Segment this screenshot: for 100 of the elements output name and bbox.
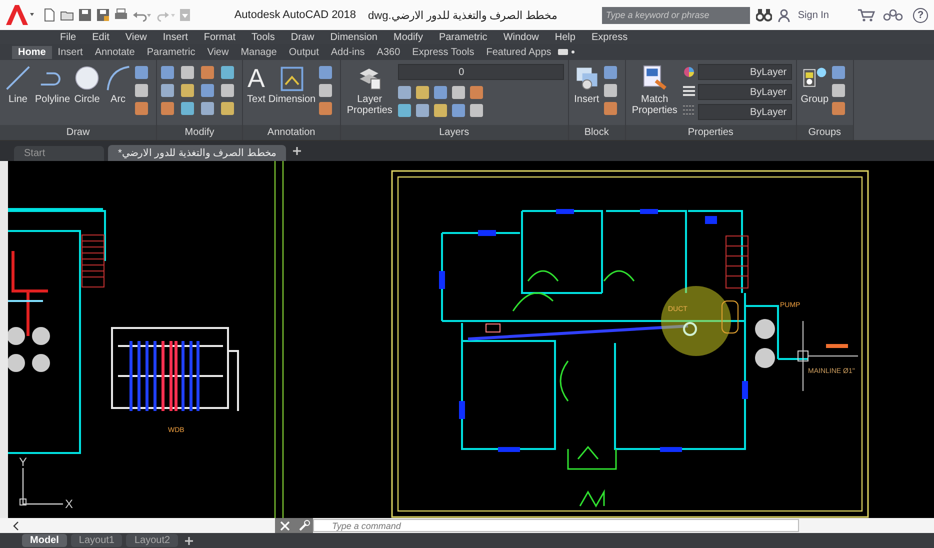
ribbon-tab[interactable]: Insert — [52, 46, 89, 58]
layer-tool-icon[interactable] — [434, 86, 447, 99]
app-logo-icon[interactable] — [4, 3, 34, 27]
ribbon-tool-button[interactable]: Dimension — [268, 64, 316, 105]
menu-item[interactable]: Tools — [244, 32, 283, 42]
linetype-dropdown[interactable]: ByLayer — [698, 84, 792, 100]
ribbon-tab[interactable]: Add-ins — [324, 46, 371, 58]
layout-tab[interactable]: Layout2 — [126, 534, 178, 547]
tool-icon[interactable] — [604, 66, 617, 79]
layer-tool-icon[interactable] — [416, 86, 429, 99]
ribbon-tab[interactable]: Home — [12, 46, 52, 58]
panel-toggle-icon[interactable] — [557, 47, 578, 57]
tool-icon[interactable] — [135, 66, 148, 79]
search-field[interactable]: Type a keyword or phrase — [602, 6, 750, 24]
menu-item[interactable]: File — [52, 32, 84, 42]
tool-icon[interactable] — [201, 66, 214, 79]
layout-tab[interactable]: Model — [22, 534, 67, 547]
ribbon-tool-button[interactable]: Layer Properties — [344, 64, 395, 116]
menu-item[interactable]: Parametric — [430, 32, 496, 42]
menu-item[interactable]: Express — [583, 32, 636, 42]
scroll-left-icon[interactable] — [12, 520, 20, 530]
panel-title[interactable]: Draw — [0, 125, 156, 140]
wrench-icon[interactable] — [298, 520, 310, 532]
ribbon-tab[interactable]: Manage — [234, 46, 283, 58]
close-icon[interactable] — [278, 520, 290, 532]
menu-item[interactable]: Insert — [154, 32, 196, 42]
tool-icon[interactable] — [318, 84, 332, 97]
panel-title[interactable]: Groups — [796, 125, 853, 140]
tool-icon[interactable] — [135, 102, 148, 115]
tool-icon[interactable] — [832, 84, 845, 97]
new-file-icon[interactable] — [42, 8, 56, 22]
menu-item[interactable]: View — [117, 32, 155, 42]
panel-title[interactable]: Annotation — [243, 125, 340, 140]
ribbon-tab[interactable]: Featured Apps — [480, 46, 558, 58]
tool-icon[interactable] — [832, 66, 845, 79]
ribbon-tab[interactable]: View — [201, 46, 235, 58]
menu-item[interactable]: Window — [495, 32, 547, 42]
panel-title[interactable]: Modify — [157, 125, 242, 140]
help-button[interactable]: ? — [913, 8, 928, 22]
cart-icon[interactable] — [857, 8, 875, 22]
ribbon-tool-button[interactable]: Insert — [572, 64, 601, 105]
ribbon-tool-button[interactable]: Arc — [104, 64, 132, 105]
tool-icon[interactable] — [221, 66, 234, 79]
layer-tool-icon[interactable] — [452, 104, 465, 117]
ribbon-tool-button[interactable]: Group — [800, 64, 829, 105]
tool-icon[interactable] — [181, 66, 194, 79]
tool-icon[interactable] — [832, 102, 845, 115]
sign-in-button[interactable]: Sign In — [796, 10, 831, 20]
panel-title[interactable]: Properties — [626, 125, 796, 140]
ribbon-tool-button[interactable]: Line — [4, 64, 32, 105]
layer-tool-icon[interactable] — [452, 86, 465, 99]
tool-icon[interactable] — [318, 102, 332, 115]
ribbon-tool-button[interactable]: Match Properties — [630, 64, 680, 116]
tool-icon[interactable] — [181, 102, 194, 115]
layer-tool-icon[interactable] — [470, 86, 483, 99]
ribbon-tool-button[interactable]: Polyline — [35, 64, 70, 105]
ribbon-tool-button[interactable]: Circle — [73, 64, 102, 105]
menu-item[interactable]: Edit — [84, 32, 118, 42]
menu-item[interactable]: Modify — [386, 32, 431, 42]
tool-icon[interactable] — [604, 102, 617, 115]
ribbon-tab[interactable]: Output — [282, 46, 325, 58]
tool-icon[interactable] — [135, 84, 148, 97]
layer-tool-icon[interactable] — [416, 104, 429, 117]
ribbon-tab[interactable]: A360 — [370, 46, 406, 58]
menu-item[interactable]: Draw — [282, 32, 322, 42]
save-icon[interactable] — [78, 8, 92, 22]
tool-icon[interactable] — [318, 66, 332, 79]
tool-icon[interactable] — [181, 84, 194, 97]
color-dropdown[interactable]: ByLayer — [698, 64, 792, 80]
menu-item[interactable]: Format — [196, 32, 244, 42]
ribbon-tool-button[interactable]: A Text — [247, 64, 266, 105]
layout-tab[interactable]: Layout1 — [70, 534, 122, 547]
layer-tool-icon[interactable] — [398, 104, 411, 117]
tool-icon[interactable] — [221, 84, 234, 97]
save-as-icon[interactable] — [96, 8, 110, 22]
tool-icon[interactable] — [221, 102, 234, 115]
tool-icon[interactable] — [201, 84, 214, 97]
panel-title[interactable]: Block — [568, 125, 625, 140]
cloud-connect-icon[interactable] — [883, 8, 905, 22]
binoculars-icon[interactable] — [756, 8, 772, 22]
layer-dropdown[interactable]: 0 — [398, 64, 564, 80]
tool-icon[interactable] — [161, 84, 174, 97]
tool-icon[interactable] — [161, 66, 174, 79]
ribbon-tab[interactable]: Express Tools — [406, 46, 480, 58]
ribbon-tab[interactable]: Annotate — [88, 46, 141, 58]
tool-icon[interactable] — [604, 84, 617, 97]
file-tab[interactable]: Start — [14, 146, 104, 161]
layer-tool-icon[interactable] — [470, 104, 483, 117]
layer-tool-icon[interactable] — [434, 104, 447, 117]
menu-item[interactable]: Help — [546, 32, 584, 42]
ribbon-tab[interactable]: Parametric — [140, 46, 202, 58]
lineweight-dropdown[interactable]: ByLayer — [698, 104, 792, 120]
tool-icon[interactable] — [161, 102, 174, 115]
layer-tool-icon[interactable] — [398, 86, 411, 99]
file-tab[interactable]: مخطط الصرف والتغذية للدور الارضي* — [108, 145, 286, 161]
menu-item[interactable]: Dimension — [322, 32, 386, 42]
tool-icon[interactable] — [201, 102, 214, 115]
panel-title[interactable]: Layers — [340, 125, 568, 140]
command-line-field[interactable]: Type a command — [313, 519, 799, 532]
print-icon[interactable] — [114, 8, 128, 22]
